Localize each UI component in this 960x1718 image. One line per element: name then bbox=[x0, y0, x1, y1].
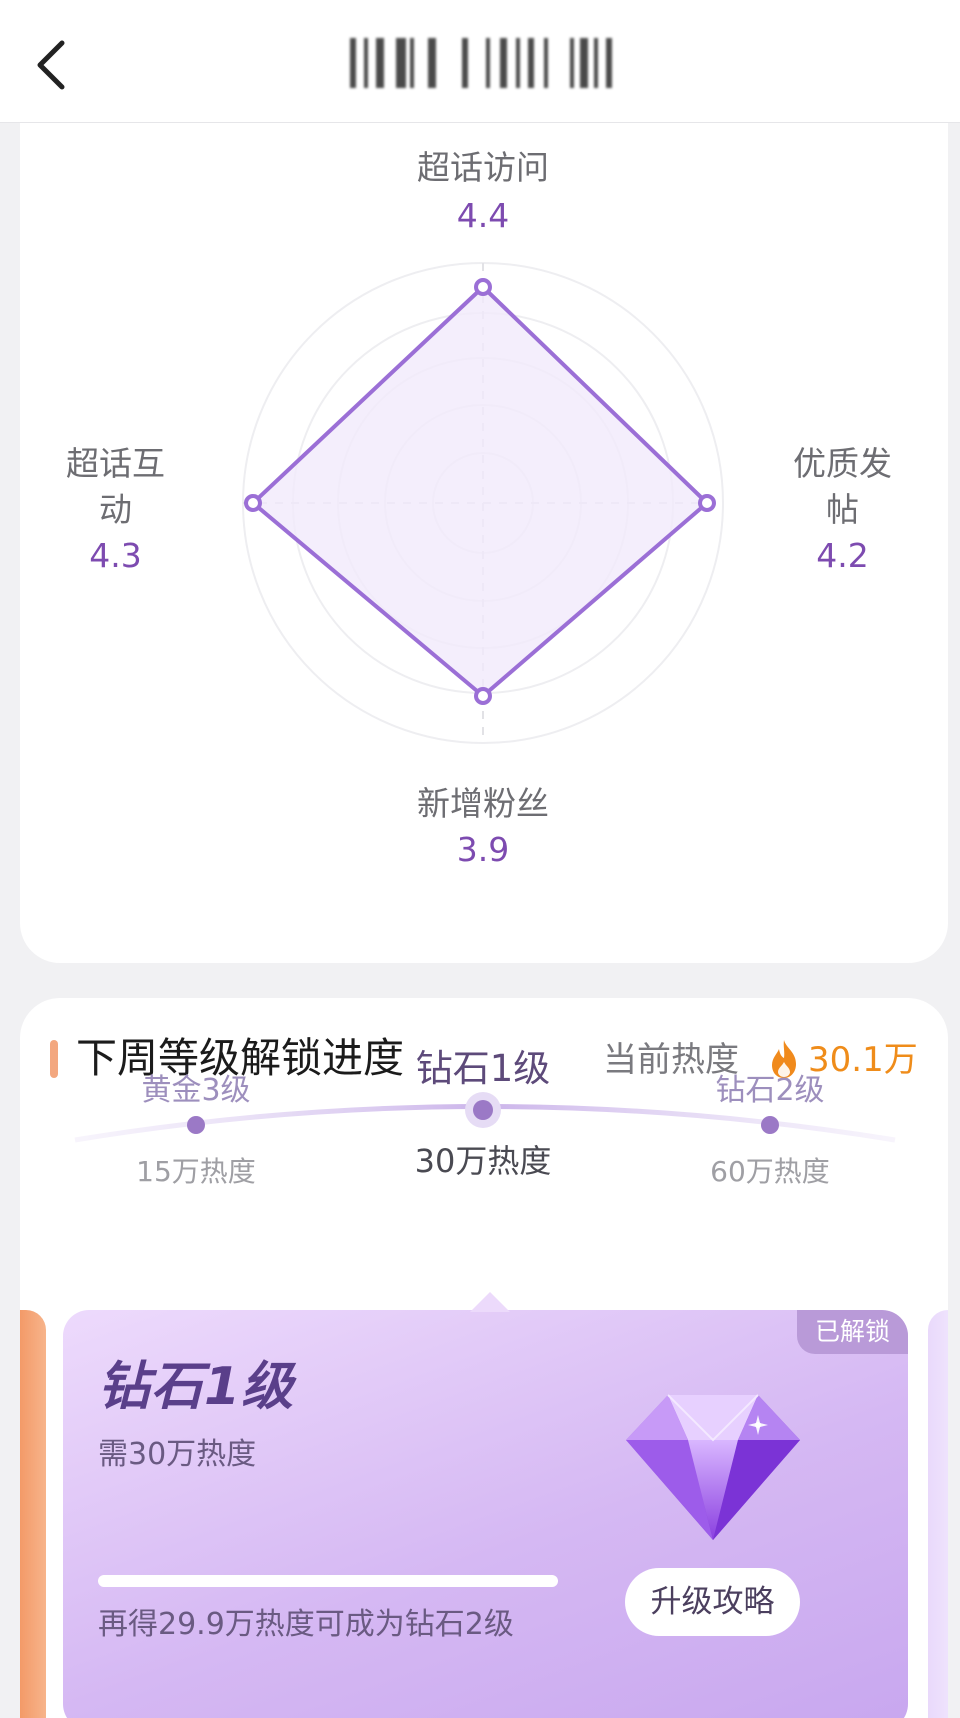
card-requirement: 需30万热度 bbox=[98, 1437, 257, 1472]
unlocked-badge: 已解锁 bbox=[796, 1310, 908, 1354]
axis-value-visit: 4.4 bbox=[456, 196, 510, 235]
level-name-gold3: 黄金3级 bbox=[141, 1073, 251, 1108]
card-level-title: 钻石1级 bbox=[98, 1357, 295, 1417]
next-level-card[interactable] bbox=[928, 1310, 948, 1718]
radar-area bbox=[251, 285, 709, 698]
level-dot-diamond1 bbox=[473, 1100, 493, 1120]
diamond-icon bbox=[626, 1394, 800, 1540]
radar-point-post bbox=[698, 494, 716, 512]
radar-point-interact bbox=[244, 494, 262, 512]
level-track bbox=[74, 1092, 896, 1143]
level-name-diamond1: 钻石1级 bbox=[415, 1047, 551, 1090]
card-pointer bbox=[470, 1292, 510, 1312]
prev-level-card[interactable] bbox=[20, 1310, 46, 1718]
axis-label-post: 优质发帖 bbox=[793, 444, 892, 529]
radar-point-visit bbox=[474, 278, 492, 296]
axis-label-interact: 超话互动 bbox=[66, 444, 165, 529]
progress-fill bbox=[98, 1575, 558, 1587]
axis-label-fans: 新增粉丝 bbox=[417, 784, 549, 823]
level-name-diamond2: 钻石2级 bbox=[715, 1073, 825, 1108]
upgrade-guide-button[interactable]: 升级攻略 bbox=[625, 1568, 800, 1636]
page-title bbox=[350, 38, 625, 88]
unlock-progress-card: 下周等级解锁进度 当前热度 30.1万 黄金3级 15万热度 钻石1级 30万热… bbox=[20, 998, 948, 1718]
axis-value-fans: 3.9 bbox=[456, 830, 510, 869]
upgrade-hint: 再得29.9万热度可成为钻石2级 bbox=[98, 1607, 514, 1642]
progress-track bbox=[98, 1575, 558, 1587]
level-need-diamond2: 60万热度 bbox=[710, 1155, 830, 1188]
chevron-left-icon bbox=[37, 40, 65, 90]
level-need-gold3: 15万热度 bbox=[136, 1155, 256, 1188]
axis-label-visit: 超话访问 bbox=[417, 148, 549, 187]
axis-value-post: 4.2 bbox=[816, 536, 869, 575]
level-dot-gold3 bbox=[187, 1116, 205, 1134]
level-need-diamond1: 30万热度 bbox=[414, 1142, 552, 1180]
radar-card: 超话访问 4.4 优质发帖 4.2 新增粉丝 3.9 超话互动 4.3 bbox=[20, 123, 948, 963]
radar-point-fans bbox=[474, 687, 492, 705]
top-bar bbox=[0, 0, 960, 123]
current-level-card: 已解锁 钻石1级 需30万热度 再得29.9万热度可成为钻石2级 升级攻略 bbox=[63, 1292, 908, 1718]
axis-value-interact: 4.3 bbox=[89, 536, 142, 575]
level-dot-diamond2 bbox=[761, 1116, 779, 1134]
back-button[interactable] bbox=[22, 30, 82, 100]
